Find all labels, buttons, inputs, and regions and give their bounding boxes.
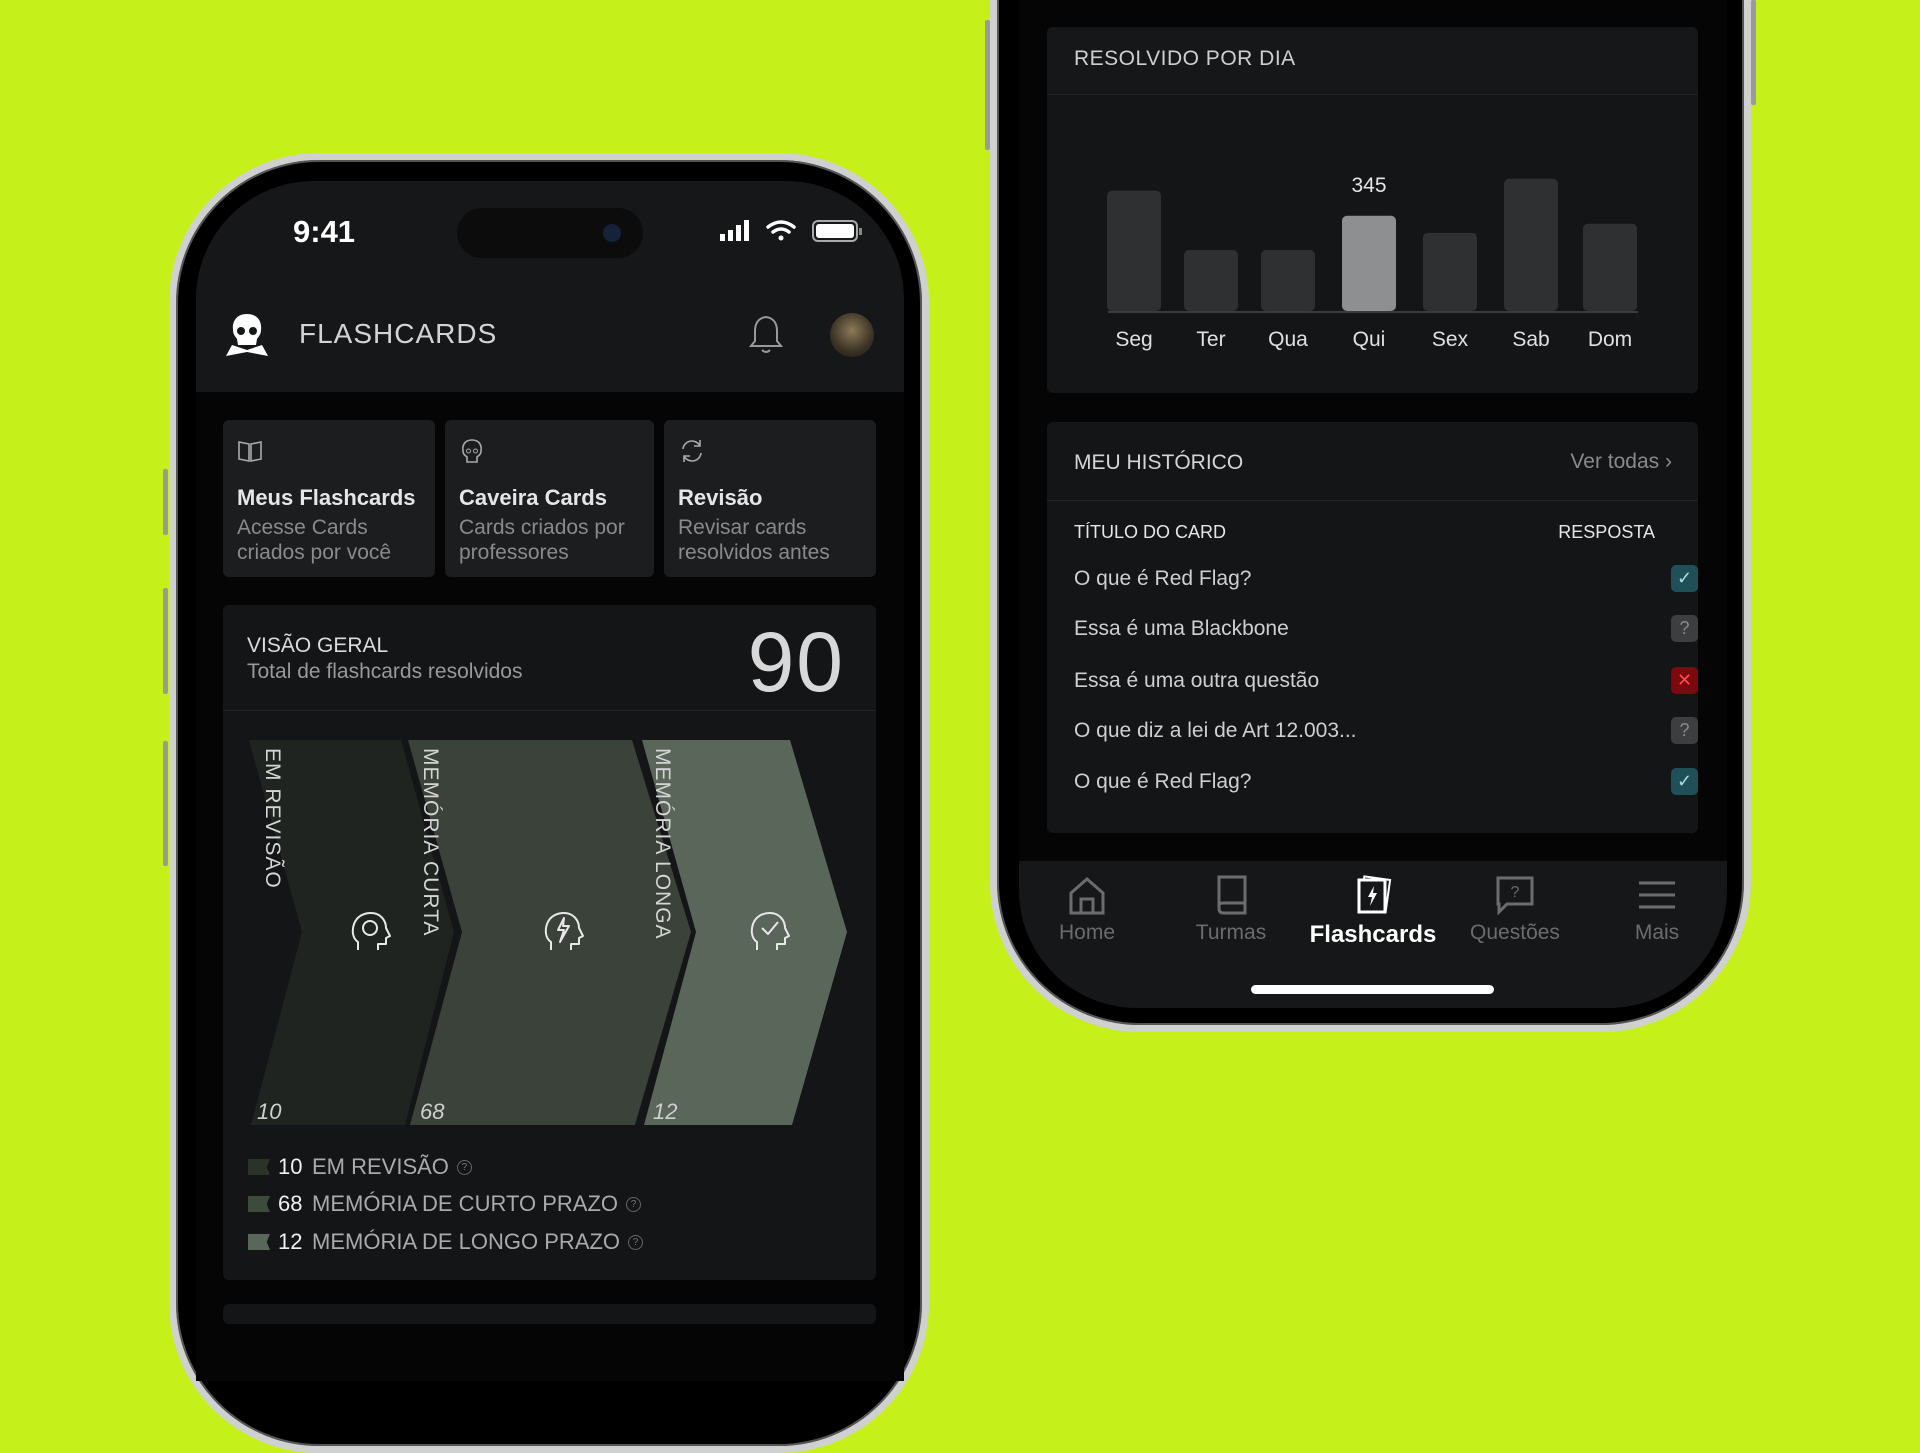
column-header-answer: RESPOSTA xyxy=(1558,522,1655,542)
nav-item-turmas[interactable]: Turmas xyxy=(1161,875,1301,945)
nav-item-flashcards[interactable]: Flashcards xyxy=(1303,875,1443,949)
legend-count: 12 xyxy=(278,1229,303,1254)
history-row[interactable]: O que diz a lei de Art 12.003...? xyxy=(1074,717,1698,744)
history-row-title: Essa é uma Blackbone xyxy=(1074,616,1289,640)
bar-dom[interactable] xyxy=(1583,223,1637,311)
nav-label: Turmas xyxy=(1195,921,1267,944)
bar-value-label: 345 xyxy=(1351,174,1386,197)
bar-ter[interactable] xyxy=(1184,250,1238,311)
x-tick-label: Dom xyxy=(1588,328,1632,351)
help-icon[interactable]: ? xyxy=(628,1234,644,1250)
chart-baseline xyxy=(1108,311,1638,313)
legend-swatch xyxy=(248,1159,270,1175)
see-all-label: Ver todas xyxy=(1570,450,1660,473)
legend-item: 10 EM REVISÃO? xyxy=(248,1154,472,1180)
nav-item-mais[interactable]: Mais xyxy=(1587,875,1727,945)
x-tick-label: Qua xyxy=(1268,328,1308,351)
help-icon[interactable]: ? xyxy=(626,1196,642,1212)
answer-unknown-badge: ? xyxy=(1671,717,1698,744)
history-row[interactable]: O que é Red Flag? ✓ xyxy=(1074,768,1698,795)
bar-seg[interactable] xyxy=(1107,190,1161,311)
history-row-title: O que é Red Flag? xyxy=(1074,566,1252,590)
chevron-right-icon: › xyxy=(1665,450,1672,473)
stage-label: MEMÓRIA CURTA xyxy=(419,748,442,937)
x-tick-label: Qui xyxy=(1353,328,1386,351)
bar-sex[interactable] xyxy=(1423,232,1477,311)
history-row-title: Essa é uma outra questão xyxy=(1074,668,1320,692)
home-icon xyxy=(1069,877,1105,915)
next-panel xyxy=(223,1304,876,1324)
home-indicator xyxy=(1251,985,1494,994)
help-icon[interactable]: ? xyxy=(456,1159,472,1175)
answer-correct-badge: ✓ xyxy=(1671,768,1698,795)
legend-swatch xyxy=(248,1196,270,1212)
x-tick-label: Seg xyxy=(1115,328,1152,351)
history-row[interactable]: Essa é uma outra questão ✕ xyxy=(1074,667,1698,694)
book-icon xyxy=(1217,875,1247,915)
bar-qui[interactable] xyxy=(1342,215,1396,311)
legend-label: EM REVISÃO xyxy=(312,1154,449,1179)
answer-correct-badge: ✓ xyxy=(1671,565,1698,592)
stage-count: 68 xyxy=(420,1099,445,1124)
bar-sab[interactable] xyxy=(1504,178,1558,311)
history-row-title: O que é Red Flag? xyxy=(1074,769,1252,793)
bar-chart: Seg Ter Qua Qui 345 Sex Sab Dom xyxy=(1107,174,1638,351)
flashcards-icon xyxy=(1357,875,1392,914)
answer-wrong-badge: ✕ xyxy=(1671,667,1698,694)
legend-count: 68 xyxy=(278,1191,303,1216)
bar-qua[interactable] xyxy=(1261,250,1315,311)
nav-item-home[interactable]: Home xyxy=(1017,875,1157,945)
answer-unknown-badge: ? xyxy=(1671,615,1698,642)
nav-label: Home xyxy=(1058,921,1116,944)
legend-label: MEMÓRIA DE CURTO PRAZO xyxy=(312,1191,619,1216)
stage-count: 12 xyxy=(653,1099,678,1124)
stage-label: MEMÓRIA LONGA xyxy=(651,748,674,940)
stage-count: 10 xyxy=(257,1099,282,1124)
x-tick-label: Sex xyxy=(1432,328,1469,351)
history-row[interactable]: Essa é uma Blackbone? xyxy=(1074,615,1698,642)
stage-label: EM REVISÃO xyxy=(261,748,284,889)
nav-item-questões[interactable]: ? Questões xyxy=(1445,875,1585,945)
nav-label: Mais xyxy=(1634,921,1680,944)
history-row[interactable]: O que é Red Flag? ✓ xyxy=(1074,565,1698,592)
nav-label: Questões xyxy=(1470,921,1560,944)
question-chat-icon: ? xyxy=(1496,876,1534,915)
nav-label: Flashcards xyxy=(1309,921,1437,948)
menu-icon xyxy=(1639,881,1675,909)
svg-text:?: ? xyxy=(1511,884,1520,901)
history-title: MEU HISTÓRICO xyxy=(1074,451,1244,474)
legend-item: 68 MEMÓRIA DE CURTO PRAZO? xyxy=(248,1191,642,1217)
x-tick-label: Ter xyxy=(1196,328,1225,351)
legend-label: MEMÓRIA DE LONGO PRAZO xyxy=(312,1229,621,1254)
legend-item: 12 MEMÓRIA DE LONGO PRAZO? xyxy=(248,1229,644,1255)
column-header-title: TÍTULO DO CARD xyxy=(1074,522,1227,542)
legend-swatch xyxy=(248,1234,270,1250)
legend-count: 10 xyxy=(278,1154,303,1179)
see-all-link[interactable]: Ver todas › xyxy=(1570,450,1672,474)
history-row-title: O que diz a lei de Art 12.003... xyxy=(1074,718,1357,742)
x-tick-label: Sab xyxy=(1512,328,1549,351)
